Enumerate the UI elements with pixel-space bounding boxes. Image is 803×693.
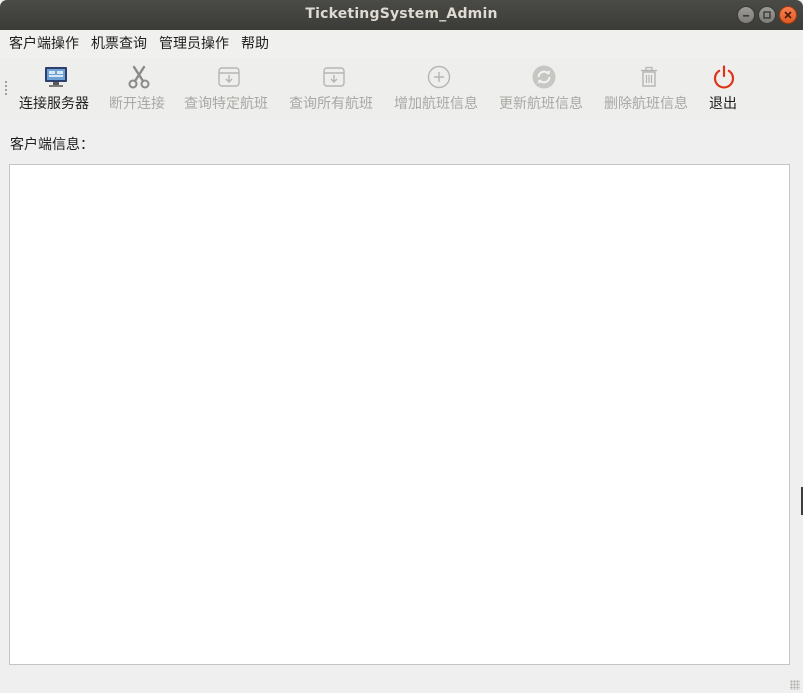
- window-controls: [737, 6, 797, 24]
- title-bar[interactable]: TicketingSystem_Admin: [0, 0, 803, 30]
- power-icon: [711, 64, 737, 90]
- update-flight-label: 更新航班信息: [499, 96, 583, 112]
- menu-help[interactable]: 帮助: [235, 30, 275, 58]
- disconnect-label: 断开连接: [109, 96, 165, 112]
- add-flight-button[interactable]: 增加航班信息: [393, 58, 485, 122]
- archive-download-icon: [321, 64, 347, 90]
- toolbar-handle[interactable]: [4, 80, 8, 96]
- window-title: TicketingSystem_Admin: [305, 6, 498, 22]
- maximize-button[interactable]: [758, 6, 776, 24]
- menu-admin-operations[interactable]: 管理员操作: [153, 30, 235, 58]
- menu-ticket-query[interactable]: 机票查询: [85, 30, 153, 58]
- query-all-flights-label: 查询所有航班: [289, 96, 373, 112]
- menu-client-operations[interactable]: 客户端操作: [3, 30, 85, 58]
- disconnect-button[interactable]: 断开连接: [107, 58, 171, 122]
- close-icon: [784, 11, 792, 19]
- refresh-icon: [531, 64, 557, 90]
- client-info-textarea[interactable]: [9, 164, 790, 665]
- add-circle-icon: [426, 64, 452, 90]
- toolbar: 连接服务器 断开连接 查询特定航班 查询所有航班 增加航班信息 更新航班信息 删…: [0, 58, 803, 122]
- trash-icon: [636, 64, 662, 90]
- query-specific-flight-label: 查询特定航班: [184, 96, 268, 112]
- client-info-label: 客户端信息：: [10, 137, 94, 153]
- minimize-button[interactable]: [737, 6, 755, 24]
- server-monitor-icon: [43, 64, 69, 90]
- close-button[interactable]: [779, 6, 797, 24]
- query-all-flights-button[interactable]: 查询所有航班: [288, 58, 380, 122]
- delete-flight-button[interactable]: 删除航班信息: [603, 58, 695, 122]
- exit-button[interactable]: 退出: [707, 58, 741, 122]
- maximize-icon: [763, 11, 771, 19]
- minimize-icon: [743, 15, 749, 17]
- delete-flight-label: 删除航班信息: [604, 96, 688, 112]
- menu-bar: 客户端操作 机票查询 管理员操作 帮助: [0, 30, 803, 58]
- update-flight-button[interactable]: 更新航班信息: [498, 58, 590, 122]
- connect-server-label: 连接服务器: [19, 96, 89, 112]
- add-flight-label: 增加航班信息: [394, 96, 478, 112]
- scissors-icon: [126, 64, 152, 90]
- query-specific-flight-button[interactable]: 查询特定航班: [183, 58, 275, 122]
- connect-server-button[interactable]: 连接服务器: [18, 58, 96, 122]
- resize-grip[interactable]: [790, 680, 800, 690]
- exit-label: 退出: [709, 96, 737, 112]
- archive-download-icon: [216, 64, 242, 90]
